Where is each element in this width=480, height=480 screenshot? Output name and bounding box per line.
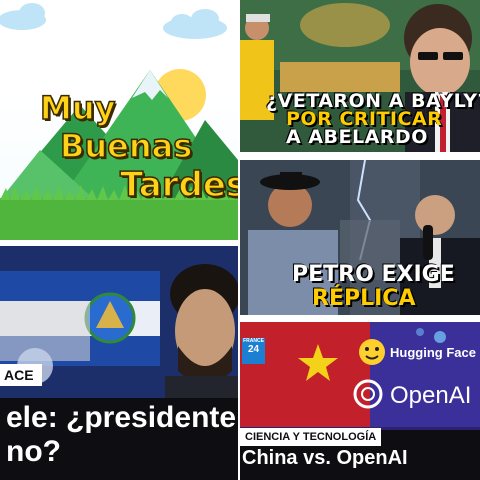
bayly-headline-line-3: A ABELARDO	[286, 126, 428, 148]
bukele-headline-line-1: ele: ¿presidente	[6, 401, 237, 434]
openai-label: OpenAI	[390, 382, 472, 409]
china-openai-category-tag: CIENCIA Y TECNOLOGÍA	[240, 428, 382, 446]
china-openai-title: China vs. OpenAI	[242, 447, 408, 469]
thumbnail-china-vs-openai[interactable]: FRANCE 24 Hugging Face OpenAI CIENCIA Y …	[240, 322, 480, 480]
petro-headline-line-2: RÉPLICA	[312, 286, 416, 311]
bukele-category-tag: ACE	[0, 364, 42, 386]
thumbnail-bukele-presidente[interactable]: ACE ele: ¿presidente no?	[0, 246, 238, 480]
france24-logo-line-2: 24	[247, 344, 260, 355]
greeting-word-2: Buenas	[59, 127, 193, 165]
france24-logo: FRANCE 24	[242, 338, 265, 364]
thumbnail-vetaron-a-bayly[interactable]: ¿VETARON A BAYLY? POR CRITICAR A ABELARD…	[240, 0, 480, 152]
petro-headline-line-1: PETRO EXIGE	[292, 262, 455, 287]
greeting-word-1: Muy	[39, 89, 116, 127]
thumbnail-muy-buenas-tardes[interactable]: Muy Buenas Tardes	[0, 0, 238, 240]
greeting-word-3: Tardes	[119, 165, 238, 205]
hugging-face-label: Hugging Face	[390, 345, 476, 360]
bukele-headline-bar: ele: ¿presidente no?	[0, 398, 238, 480]
bukele-headline-line-2: no?	[6, 435, 61, 468]
thumbnail-petro-exige-replica[interactable]: PETRO EXIGE RÉPLICA	[240, 160, 480, 315]
